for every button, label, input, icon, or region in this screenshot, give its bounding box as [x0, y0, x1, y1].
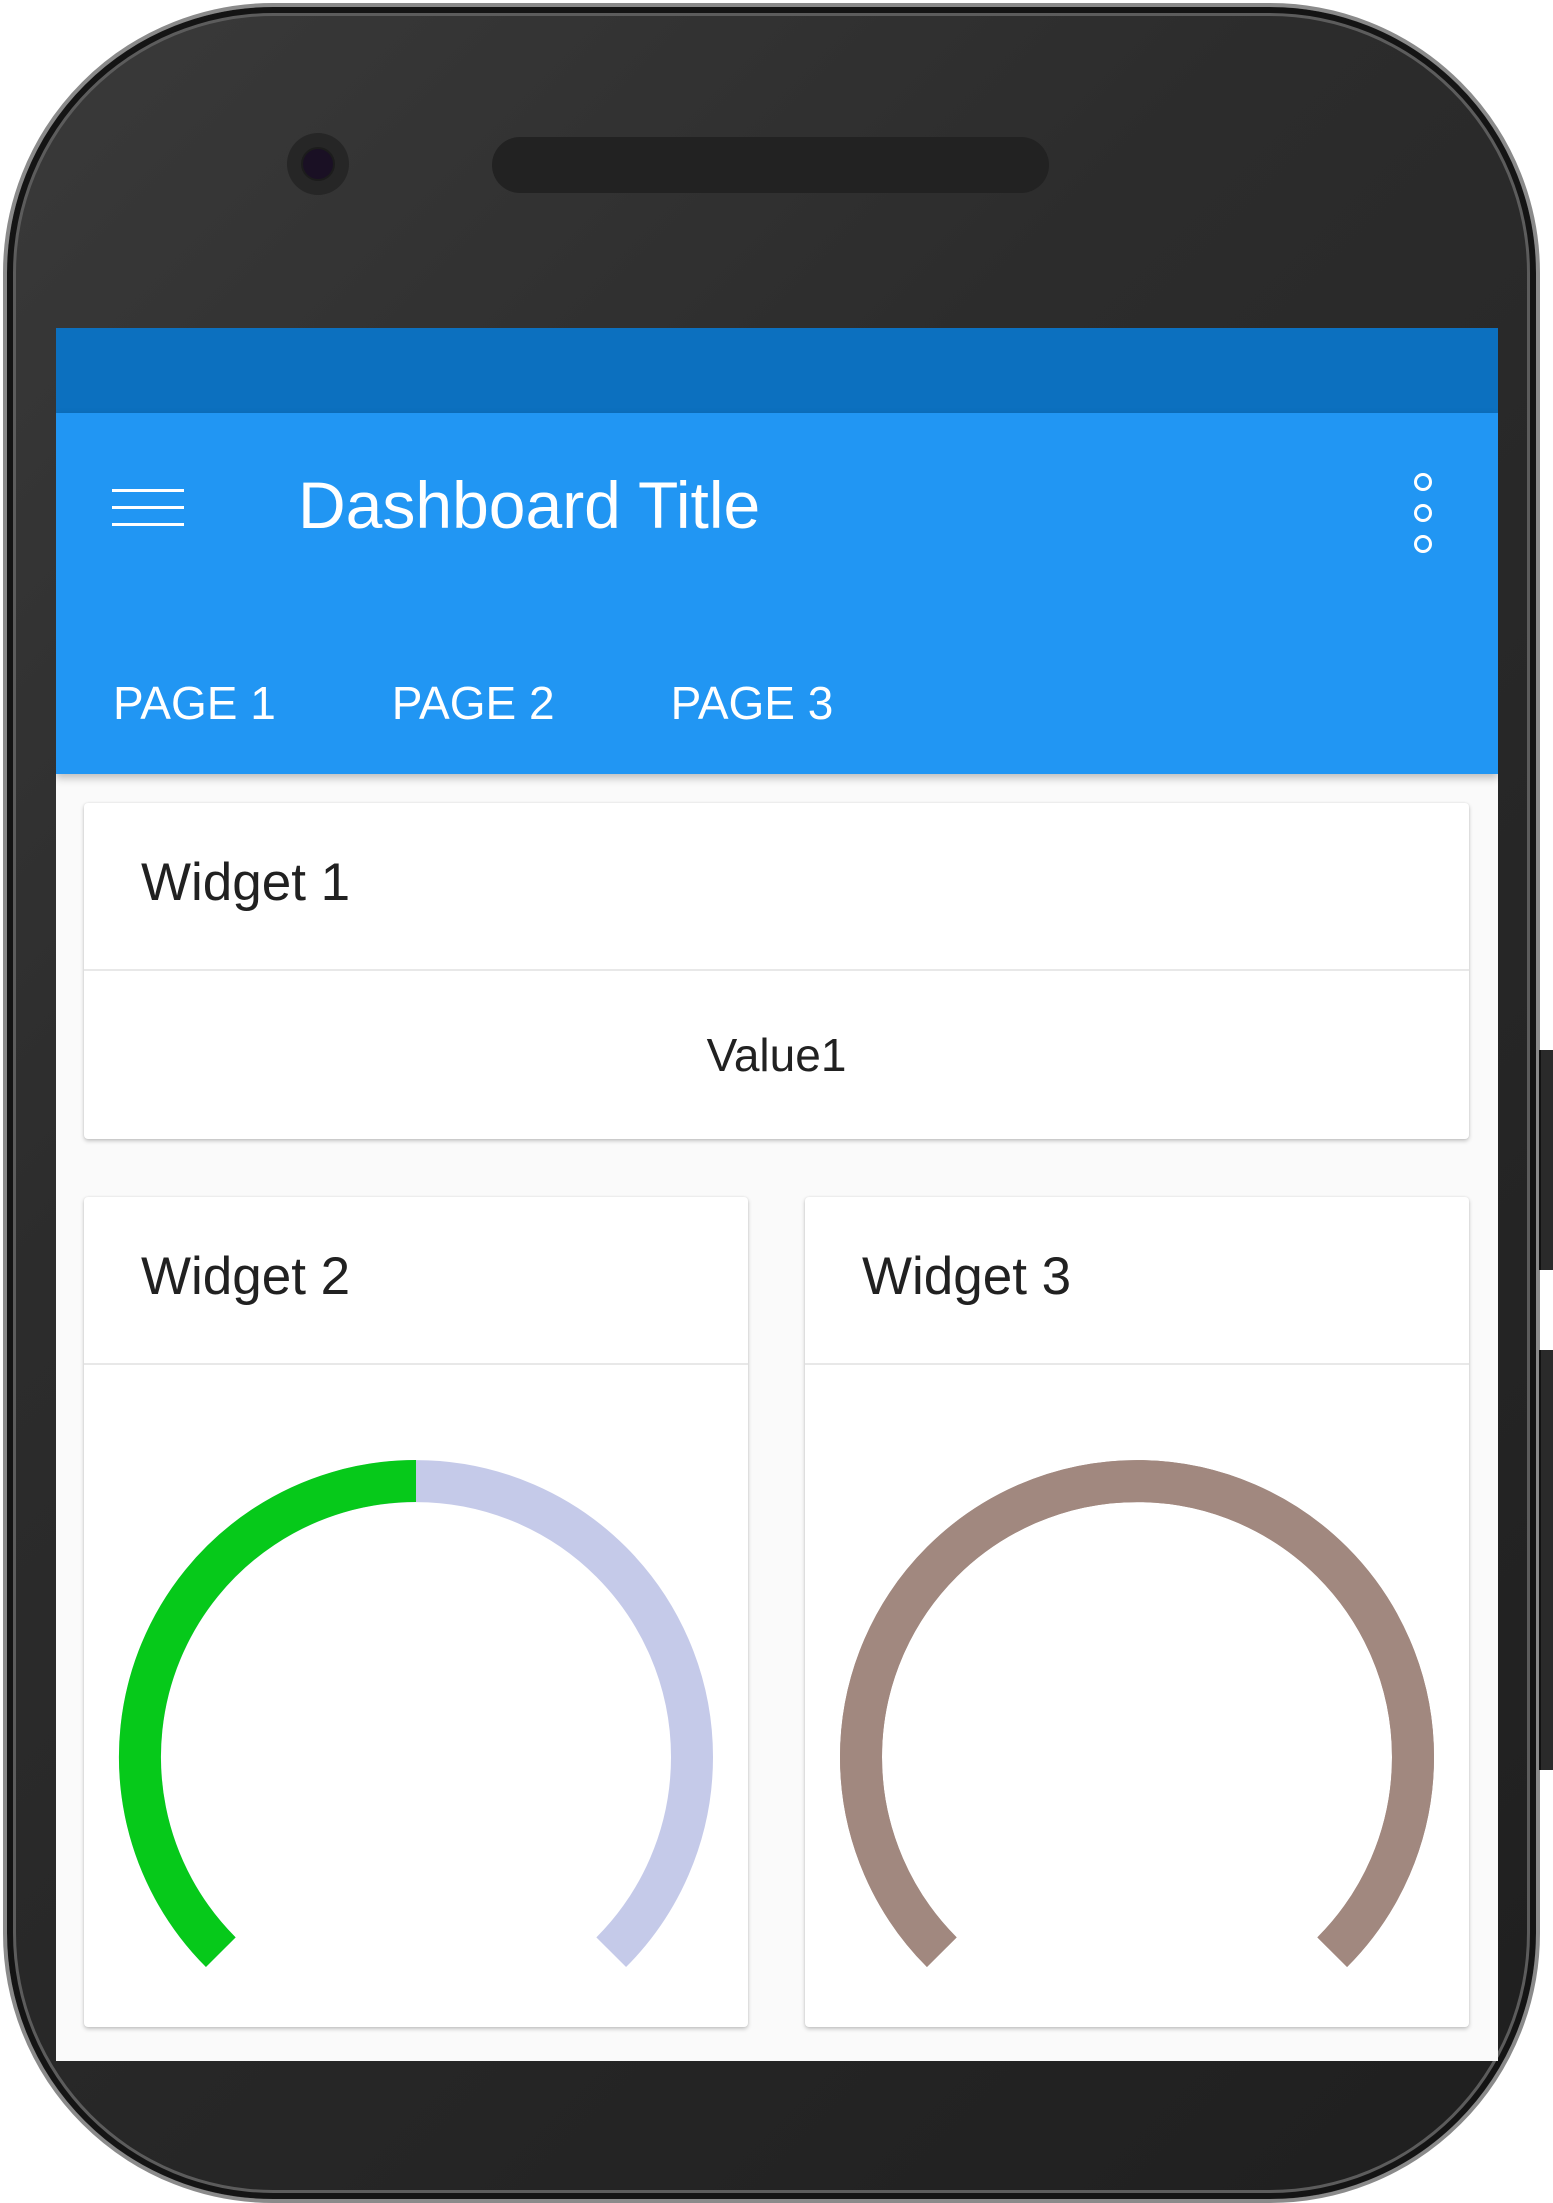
front-camera — [287, 133, 349, 195]
gauge-widget-2 — [118, 1460, 713, 1968]
widget-title: Widget 1 — [141, 853, 351, 912]
phone-frame: Dashboard Title PAGE 1 PAGE 2 PAGE 3 Wid… — [0, 0, 1553, 2203]
status-bar — [56, 328, 1498, 413]
widget-card-3[interactable]: Widget 3 — [805, 1197, 1469, 2027]
widget-title: Widget 2 — [141, 1247, 351, 1306]
app-screen: Dashboard Title PAGE 1 PAGE 2 PAGE 3 Wid… — [56, 328, 1498, 2061]
gauge-fill — [840, 1460, 1434, 1968]
app-bar: Dashboard Title PAGE 1 PAGE 2 PAGE 3 — [56, 413, 1498, 774]
volume-button — [1539, 1050, 1553, 1270]
gauge-fill — [118, 1460, 417, 1968]
gauge-widget-3 — [840, 1460, 1434, 1968]
more-vertical-icon[interactable] — [1409, 473, 1439, 563]
widget-title: Widget 3 — [862, 1247, 1072, 1306]
widget-card-2[interactable]: Widget 2 — [84, 1197, 748, 2027]
widget-header: Widget 3 — [805, 1197, 1469, 1365]
earpiece-speaker — [492, 137, 1049, 193]
tab-page-2[interactable]: PAGE 2 — [276, 653, 555, 753]
power-button — [1539, 1350, 1553, 1770]
widget-header: Widget 1 — [84, 803, 1469, 971]
tab-page-1[interactable]: PAGE 1 — [56, 653, 276, 753]
tab-page-3[interactable]: PAGE 3 — [555, 653, 834, 753]
widget-value: Value1 — [706, 1029, 847, 1081]
page-title: Dashboard Title — [298, 468, 761, 542]
widget-header: Widget 2 — [84, 1197, 748, 1365]
widget-card-1[interactable]: Widget 1 Value1 — [84, 803, 1469, 1139]
hamburger-menu-icon[interactable] — [112, 483, 184, 533]
dashboard-content: Widget 1 Value1 Widget 2 Widget 3 — [56, 774, 1498, 2061]
tab-bar: PAGE 1 PAGE 2 PAGE 3 — [56, 653, 833, 753]
